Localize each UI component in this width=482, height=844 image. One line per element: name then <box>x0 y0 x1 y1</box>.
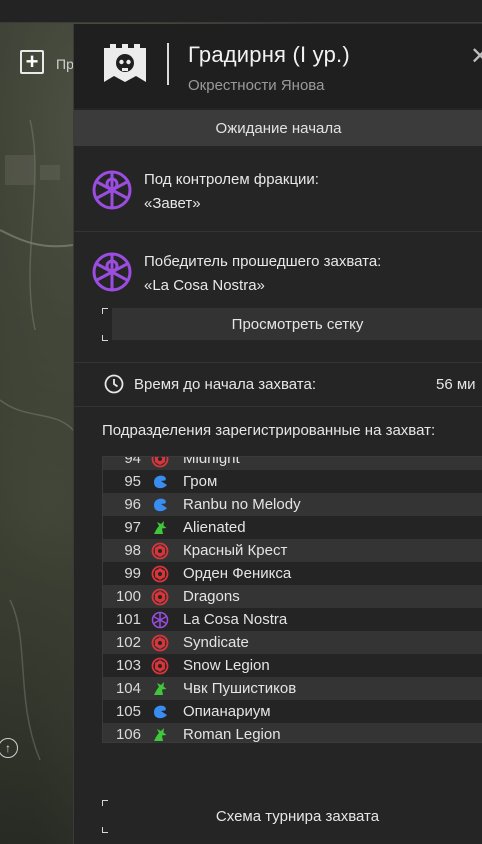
plus-icon: + <box>25 49 39 74</box>
list-item[interactable]: 102 Syndicate <box>103 631 482 654</box>
zoom-in-button[interactable]: + <box>20 50 44 74</box>
zoom-label: Пр <box>56 56 74 72</box>
view-grid-button[interactable]: Просмотреть сетку <box>112 308 482 340</box>
list-item[interactable]: 104 Чвк Пушистиков <box>103 677 482 700</box>
fortress-skull-icon <box>104 44 146 82</box>
list-item[interactable]: 96 Ranbu no Melody <box>103 493 482 516</box>
bracket-corner <box>102 827 108 833</box>
capture-timer-row: Время до начала захвата: 56 ми <box>74 364 482 406</box>
timer-label: Время до начала захвата: <box>134 376 317 393</box>
faction-green-icon <box>149 519 171 537</box>
list-item-name: Красный Крест <box>183 542 288 559</box>
status-badge: Ожидание начала <box>74 110 482 146</box>
list-item-number: 95 <box>124 473 141 490</box>
list-item[interactable]: 105 Опианариум <box>103 700 482 723</box>
bracket-corner <box>102 335 108 341</box>
list-item-name: Syndicate <box>183 634 249 651</box>
previous-winner-row: Победитель прошедшего захвата: «La Cosa … <box>74 232 482 310</box>
list-item-name: Гром <box>183 473 218 490</box>
controlling-faction-name: «Завет» <box>144 195 201 212</box>
list-item[interactable]: 100 Dragons <box>103 585 482 608</box>
bracket-corner <box>102 308 108 314</box>
list-item-name: Midnight <box>183 456 240 467</box>
registered-units-inner: 94 Midnight 95 Гром 96 Ranbu no Melody 97 Alien… <box>103 456 482 743</box>
list-item-name: Alienated <box>183 519 246 536</box>
list-item-number: 102 <box>115 634 141 651</box>
list-item-name: Опианариум <box>183 703 271 720</box>
registered-list-title: Подразделения зарегистрированные на захв… <box>102 422 436 439</box>
previous-winner-text: Победитель прошедшего захвата: «La Cosa … <box>144 250 381 298</box>
clock-icon <box>104 374 124 394</box>
list-item-name: Dragons <box>183 588 240 605</box>
list-item[interactable]: 99 Орден Феникса <box>103 562 482 585</box>
section-divider <box>74 362 482 363</box>
list-item-number: 97 <box>124 519 141 536</box>
faction-red-icon <box>149 542 171 560</box>
list-item-number: 100 <box>115 588 141 605</box>
close-icon[interactable]: ✕ <box>470 42 482 71</box>
list-item-number: 94 <box>124 456 141 467</box>
registered-units-list[interactable]: 94 Midnight 95 Гром 96 Ranbu no Melody 97 Alien… <box>102 456 482 743</box>
list-item-name: Орден Феникса <box>183 565 292 582</box>
faction-red-icon <box>149 588 171 606</box>
previous-winner-label: Победитель прошедшего захвата: <box>144 253 382 270</box>
tournament-bracket-button[interactable]: Схема турнира захвата <box>112 800 482 832</box>
faction-blue-icon <box>149 496 171 514</box>
section-divider <box>74 406 482 407</box>
list-item-number: 106 <box>115 726 141 743</box>
timer-value: 56 ми <box>436 376 476 393</box>
list-item-number: 98 <box>124 542 141 559</box>
list-item[interactable]: 103 Snow Legion <box>103 654 482 677</box>
page-title: Градирня (I ур.) <box>188 42 350 67</box>
list-item-number: 103 <box>115 657 141 674</box>
map-top-bar <box>0 0 482 22</box>
faction-red-icon <box>149 634 171 652</box>
controlling-faction-text: Под контролем фракции: «Завет» <box>144 168 319 216</box>
list-item[interactable]: 94 Midnight <box>103 456 482 470</box>
faction-red-icon <box>149 657 171 675</box>
list-item-number: 105 <box>115 703 141 720</box>
faction-purple-icon <box>149 611 171 629</box>
faction-green-icon <box>149 680 171 698</box>
faction-green-icon <box>149 726 171 743</box>
map-top-divider <box>0 22 482 23</box>
bracket-corner <box>102 800 108 806</box>
list-item[interactable]: 97 Alienated <box>103 516 482 539</box>
list-item-name: Чвк Пушистиков <box>183 680 297 697</box>
list-item-name: Ranbu no Melody <box>183 496 301 513</box>
faction-blue-icon <box>149 703 171 721</box>
list-item[interactable]: 95 Гром <box>103 470 482 493</box>
list-item[interactable]: 101 La Cosa Nostra <box>103 608 482 631</box>
controlling-faction-label: Под контролем фракции: <box>144 171 319 188</box>
la-cosa-nostra-icon <box>92 252 132 292</box>
header-divider <box>167 43 169 85</box>
faction-blue-icon <box>149 473 171 491</box>
panel-header: Градирня (I ур.) Окрестности Янова ✕ <box>74 24 482 108</box>
list-item-number: 99 <box>124 565 141 582</box>
list-item-name: La Cosa Nostra <box>183 611 288 628</box>
faction-red-icon <box>149 565 171 583</box>
list-item[interactable]: 106 Roman Legion <box>103 723 482 743</box>
list-item-number: 101 <box>115 611 141 628</box>
faction-red-icon <box>149 457 171 468</box>
list-item-name: Snow Legion <box>183 657 270 674</box>
list-item-number: 104 <box>115 680 141 697</box>
list-item-number: 96 <box>124 496 141 513</box>
covenant-faction-icon <box>92 170 132 210</box>
list-item-name: Roman Legion <box>183 726 281 743</box>
list-item[interactable]: 98 Красный Крест <box>103 539 482 562</box>
controlling-faction-row: Под контролем фракции: «Завет» <box>74 150 482 228</box>
capture-point-panel: Градирня (I ур.) Окрестности Янова ✕ Ожи… <box>73 24 482 844</box>
previous-winner-name: «La Cosa Nostra» <box>144 277 265 294</box>
location-subtitle: Окрестности Янова <box>188 77 325 94</box>
